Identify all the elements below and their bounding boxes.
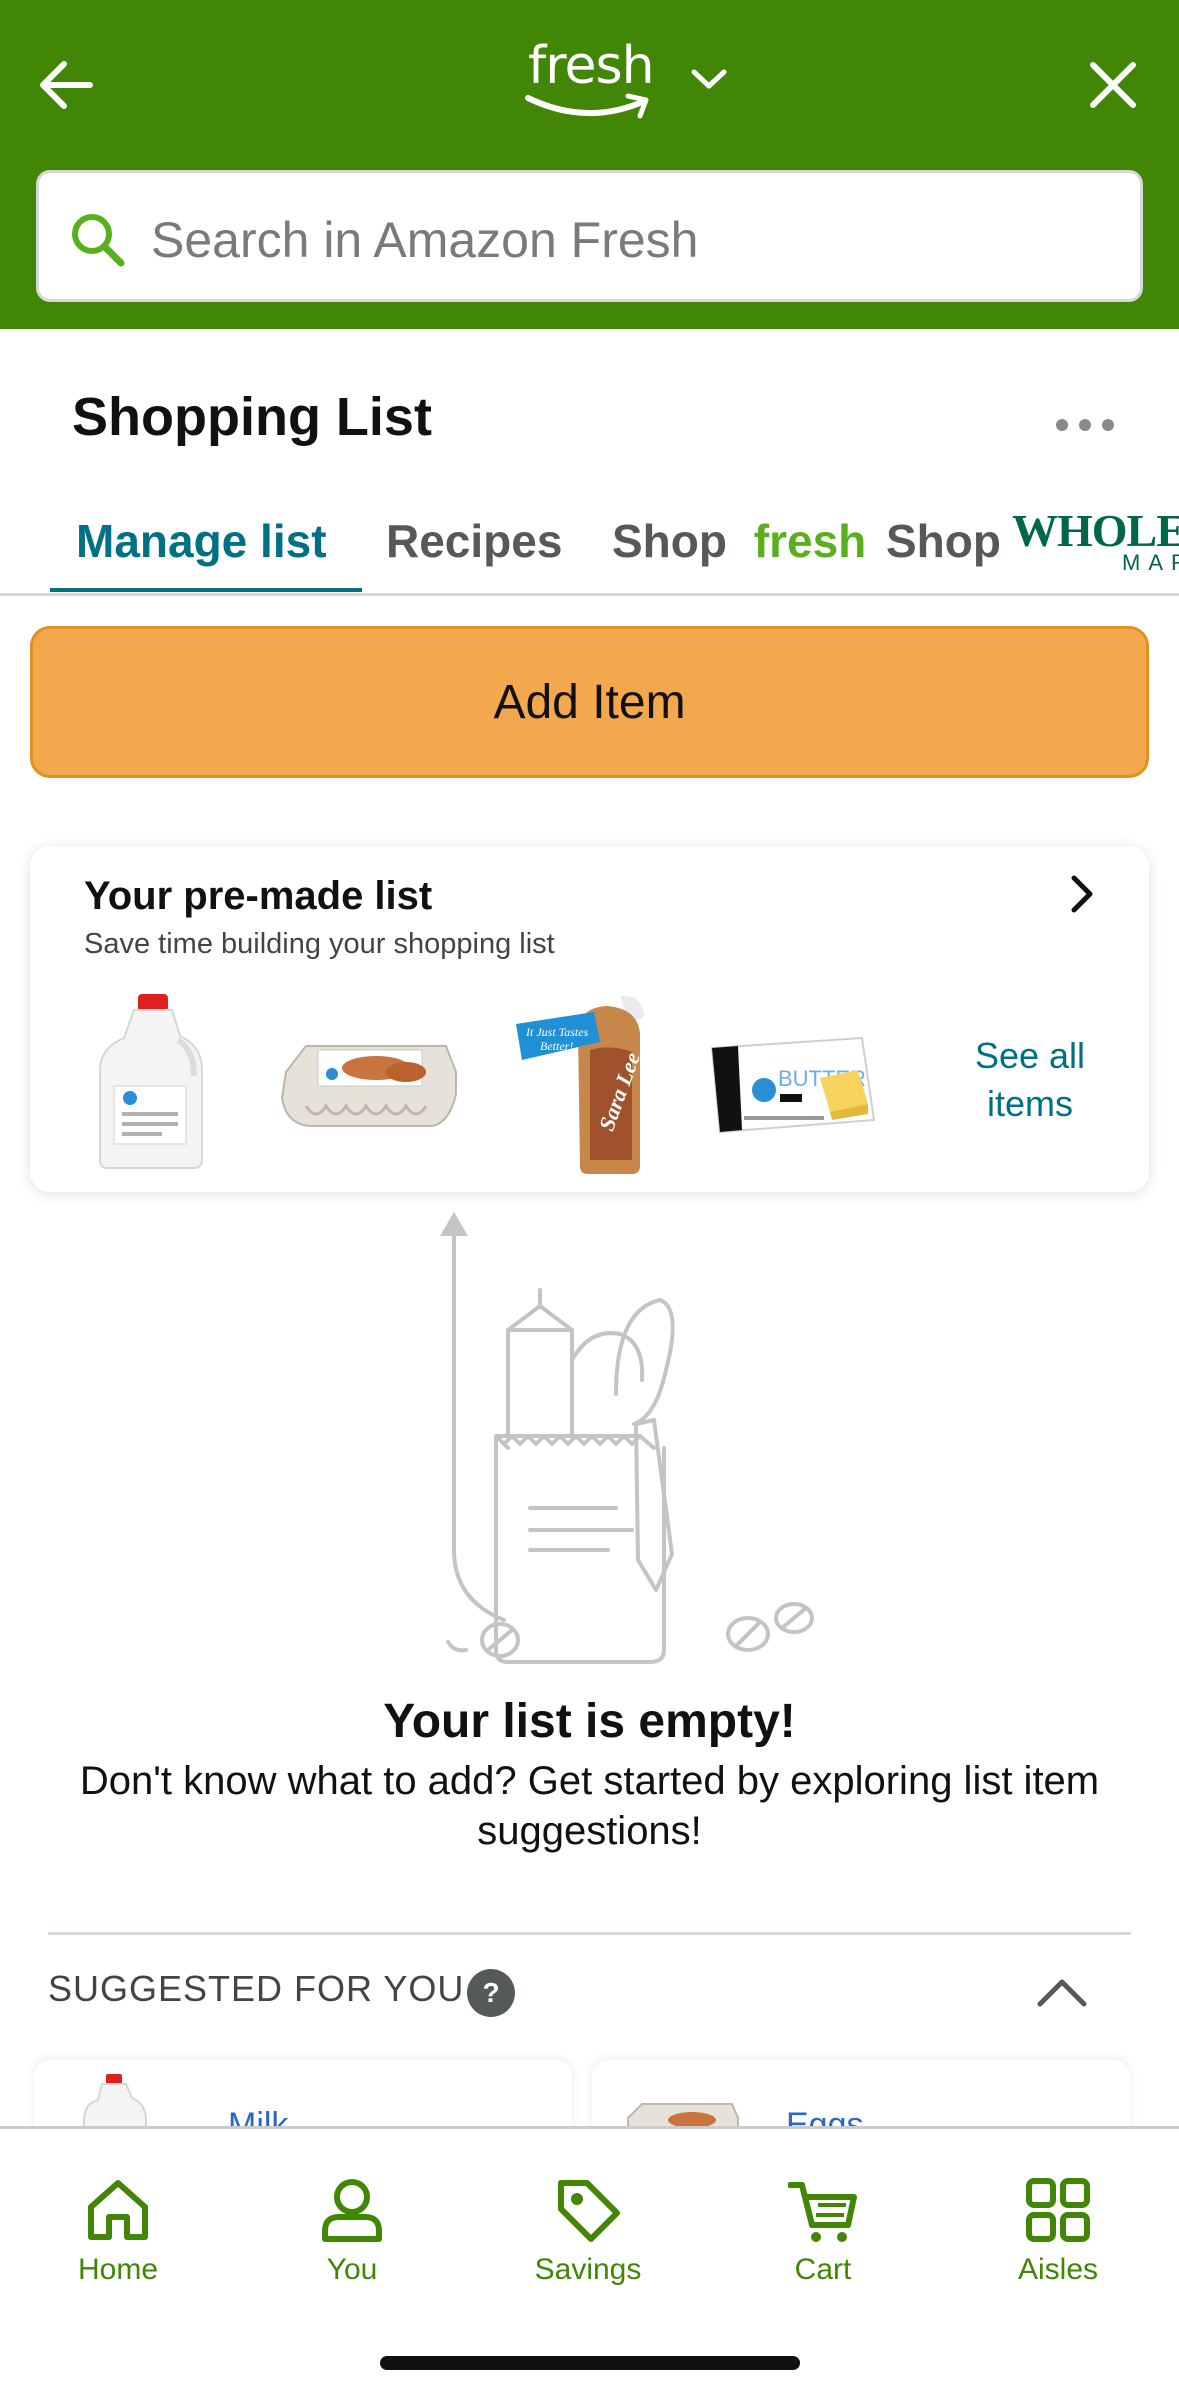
list-tabs: Manage list Recipes Shop fresh Shop WHOL…: [0, 500, 1179, 596]
milk-thumbnail-image: [83, 2074, 147, 2130]
nav-aisles[interactable]: Aisles: [968, 2153, 1148, 2286]
empty-state-description: Don't know what to add? Get started by e…: [79, 1759, 1100, 1853]
help-icon[interactable]: ?: [466, 1968, 516, 2018]
back-arrow-icon[interactable]: [34, 52, 100, 118]
nav-aisles-label: Aisles: [1017, 2253, 1099, 2286]
fresh-logo[interactable]: fresh: [520, 36, 670, 128]
cart-icon: [788, 2182, 857, 2242]
tab-shop-fresh[interactable]: Shop fresh: [612, 514, 866, 568]
suggested-item-card[interactable]: Milk: [34, 2060, 572, 2130]
butter-box-image[interactable]: BUTTER: [702, 1028, 882, 1140]
tab-shop-whole-foods[interactable]: Shop: [886, 514, 1001, 568]
search-placeholder: Search in Amazon Fresh: [151, 212, 699, 268]
chevron-down-icon[interactable]: [688, 64, 730, 94]
nav-home[interactable]: Home: [28, 2153, 208, 2286]
tab-shop-fresh-label: Shop: [612, 515, 727, 567]
app-header: fresh Search in Amazon Fresh: [0, 0, 1179, 329]
empty-state-title: Your list is empty!: [383, 1695, 796, 1748]
tab-manage-list[interactable]: Manage list: [76, 514, 327, 568]
premade-title: Your pre-made list: [84, 874, 433, 918]
premade-list-card[interactable]: Your pre-made list Save time building yo…: [30, 846, 1149, 1192]
logo-text: fresh: [528, 36, 655, 96]
active-tab-indicator: [50, 588, 362, 592]
close-icon[interactable]: [1080, 52, 1146, 118]
person-icon: [322, 2179, 382, 2242]
nav-you-label: You: [326, 2253, 378, 2286]
section-divider: [48, 1932, 1131, 1935]
home-indicator[interactable]: [380, 2356, 800, 2370]
nav-cart-label: Cart: [794, 2253, 852, 2286]
eggs-carton-image[interactable]: [276, 1032, 462, 1136]
svg-text:?: ?: [482, 1977, 499, 2008]
tab-recipes[interactable]: Recipes: [386, 514, 562, 568]
add-item-button[interactable]: Add Item: [30, 626, 1149, 778]
app-screen: fresh Search in Amazon Fresh Shopping Li…: [0, 0, 1179, 2396]
amazon-smile-icon: [525, 93, 649, 119]
home-icon: [88, 2180, 148, 2240]
chevron-right-icon[interactable]: [1060, 872, 1104, 916]
whole-foods-logo: WHOLE FC MARKET: [1012, 504, 1179, 575]
nav-cart[interactable]: Cart: [733, 2153, 913, 2286]
empty-grocery-bag-illustration: [440, 1212, 814, 1664]
tag-icon: [558, 2180, 620, 2242]
svg-text:Better!: Better!: [540, 1039, 573, 1053]
suggested-title: SUGGESTED FOR YOU: [48, 1968, 465, 2009]
search-icon: [72, 214, 125, 267]
nav-you[interactable]: You: [262, 2153, 442, 2286]
grid-icon: [1026, 2178, 1090, 2242]
nav-savings-label: Savings: [534, 2253, 642, 2286]
premade-subtitle: Save time building your shopping list: [84, 928, 555, 960]
see-all-items-link[interactable]: See all items: [930, 1032, 1130, 1128]
more-options-icon[interactable]: [1050, 410, 1120, 440]
suggested-item-card[interactable]: Eggs: [592, 2060, 1130, 2130]
tab-shop-wf-label: Shop: [886, 515, 1001, 567]
whole-foods-logo-bottom: MARKET: [1122, 550, 1179, 575]
bread-loaf-image[interactable]: It Just Tastes Better! Sara Lee: [510, 990, 682, 1178]
whole-foods-logo-top: WHOLE FC: [1012, 505, 1179, 556]
chevron-up-icon[interactable]: [1034, 1972, 1090, 2012]
nav-savings[interactable]: Savings: [498, 2153, 678, 2286]
search-input[interactable]: Search in Amazon Fresh: [36, 170, 1143, 302]
fresh-brand-text: fresh: [753, 515, 867, 567]
svg-text:It Just Tastes: It Just Tastes: [525, 1025, 589, 1039]
page-title: Shopping List: [72, 387, 432, 447]
nav-home-label: Home: [77, 2253, 159, 2286]
milk-gallon-image[interactable]: [94, 990, 210, 1172]
